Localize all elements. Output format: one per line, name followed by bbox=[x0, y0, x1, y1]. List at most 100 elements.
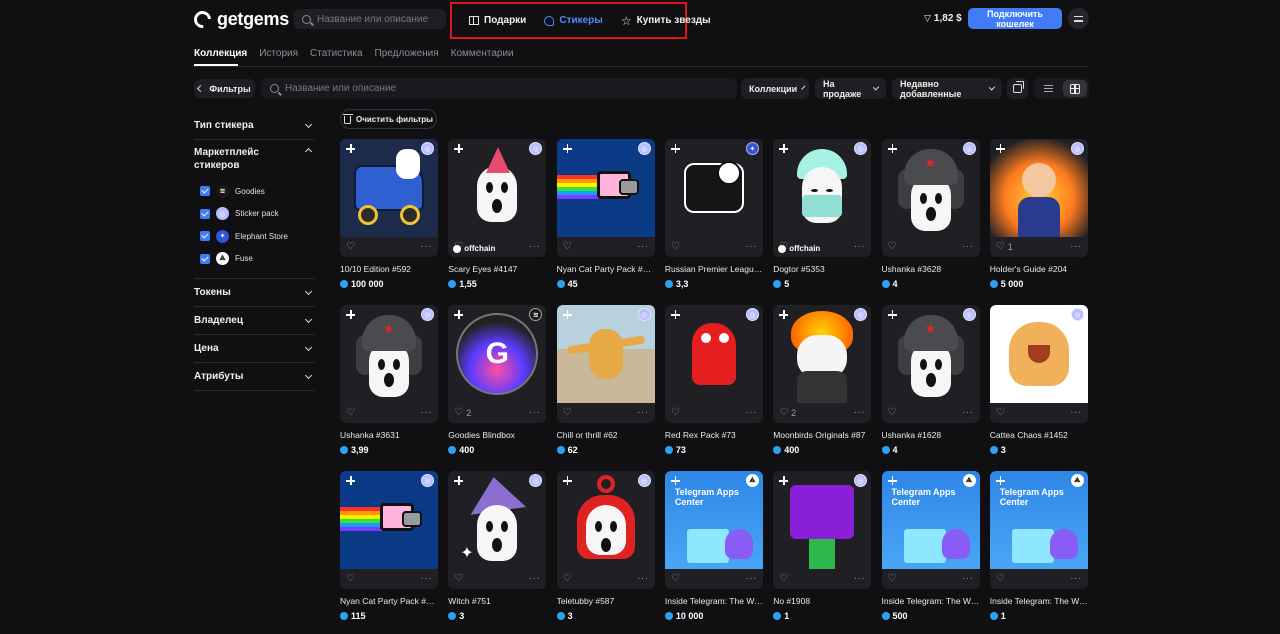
card-thumbnail[interactable]: Telegram Apps Center ⟁ ♡ ··· bbox=[881, 471, 980, 589]
card-thumbnail[interactable]: ◎♡··· bbox=[989, 305, 1088, 423]
add-to-cart-icon[interactable] bbox=[345, 309, 356, 320]
checkbox-checked[interactable] bbox=[200, 231, 210, 242]
card-thumbnail[interactable]: ◎♡··· bbox=[773, 471, 872, 589]
add-to-cart-icon[interactable] bbox=[345, 475, 356, 486]
card-title[interactable]: Scary Eyes #4147 bbox=[448, 264, 546, 275]
card-thumbnail[interactable]: ◎ ♡ 1 ··· bbox=[989, 139, 1088, 257]
add-to-cart-icon[interactable] bbox=[778, 143, 789, 154]
card-title[interactable]: Moonbirds Originals #87 bbox=[773, 430, 871, 441]
like-button[interactable]: ♡ bbox=[671, 408, 680, 418]
grid-view-button[interactable] bbox=[1062, 80, 1087, 97]
card-title[interactable]: Ushanka #3628 bbox=[882, 264, 980, 275]
sticker-card[interactable]: Telegram Apps Center ⟁ ♡ ··· Inside Telegram… bbox=[881, 471, 980, 621]
card-title[interactable]: 10/10 Edition #592 bbox=[340, 264, 438, 275]
marketplace-option[interactable]: ✦ Elephant Store bbox=[200, 225, 315, 248]
card-thumbnail[interactable]: Telegram Apps Center ⟁ ♡ ··· bbox=[664, 471, 763, 589]
more-options-icon[interactable]: ··· bbox=[962, 242, 974, 252]
checkbox-checked[interactable] bbox=[200, 208, 210, 219]
card-title[interactable]: Ushanka #1628 bbox=[882, 430, 980, 441]
like-button[interactable]: ♡ 2 bbox=[779, 408, 796, 419]
card-thumbnail[interactable]: ◎♡··· bbox=[340, 305, 438, 423]
filter-section-header[interactable]: Токены bbox=[194, 279, 315, 306]
add-to-cart-icon[interactable] bbox=[562, 475, 573, 486]
card-thumbnail[interactable]: ◎♡··· bbox=[340, 139, 438, 257]
sticker-card[interactable]: ◎ ♡ ··· Chill or thrill #62 62 bbox=[556, 305, 655, 455]
like-button[interactable]: ♡ bbox=[563, 408, 572, 418]
card-thumbnail[interactable]: G ≋ ♡ 2 ··· bbox=[448, 305, 547, 423]
more-options-icon[interactable]: ··· bbox=[1070, 242, 1082, 252]
nav-stickers[interactable]: Стикеры bbox=[537, 15, 609, 26]
tab-comments[interactable]: Комментарии bbox=[451, 48, 514, 59]
card-thumbnail[interactable]: ✦ ♡ ··· bbox=[664, 139, 763, 257]
add-to-cart-icon[interactable] bbox=[670, 475, 681, 486]
sticker-card[interactable]: ◎ ♡ ··· Ushanka #3628 4 bbox=[881, 139, 980, 289]
header-search-input[interactable] bbox=[317, 13, 446, 25]
more-options-icon[interactable]: ··· bbox=[421, 574, 433, 584]
like-button[interactable]: ♡ bbox=[563, 574, 572, 584]
add-to-cart-icon[interactable] bbox=[562, 309, 573, 320]
like-button[interactable]: ♡ 1 bbox=[996, 242, 1013, 253]
card-thumbnail[interactable]: ✦ ◎ ♡ ··· bbox=[448, 471, 547, 589]
like-button[interactable]: ♡ bbox=[346, 408, 355, 418]
card-thumbnail[interactable]: ◎♡··· bbox=[881, 305, 980, 423]
card-thumbnail[interactable]: ◎offchain♡··· bbox=[773, 139, 872, 257]
card-title[interactable]: Chill or thrill #62 bbox=[557, 430, 655, 441]
like-button[interactable]: ♡ bbox=[454, 574, 463, 584]
checkbox-checked[interactable] bbox=[200, 186, 210, 197]
add-to-cart-icon[interactable] bbox=[995, 143, 1006, 154]
card-thumbnail[interactable]: ◎offchain♡··· bbox=[448, 139, 547, 257]
like-button[interactable]: ♡ bbox=[888, 408, 897, 418]
more-options-icon[interactable]: ··· bbox=[529, 574, 541, 584]
sticker-card[interactable]: G ≋ ♡ 2 ··· Goodies Blindbox 400 bbox=[448, 305, 547, 455]
add-to-cart-icon[interactable] bbox=[670, 309, 681, 320]
filter-marketplaces-header[interactable]: Маркетплейс стикеров bbox=[194, 140, 315, 172]
sale-dropdown[interactable]: На продаже bbox=[815, 78, 886, 99]
add-to-cart-icon[interactable] bbox=[453, 309, 464, 320]
filters-toggle-button[interactable]: Фильтры bbox=[194, 79, 255, 98]
card-title[interactable]: Teletubby #587 bbox=[557, 596, 655, 607]
like-button[interactable]: ♡ bbox=[996, 574, 1005, 584]
connect-wallet-button[interactable]: Подключить кошелек bbox=[968, 8, 1062, 29]
card-thumbnail[interactable]: ◎♡··· bbox=[340, 471, 438, 589]
add-to-cart-icon[interactable] bbox=[887, 475, 898, 486]
tab-offers[interactable]: Предложения bbox=[375, 48, 439, 59]
list-view-button[interactable] bbox=[1036, 80, 1061, 97]
add-to-cart-icon[interactable] bbox=[995, 309, 1006, 320]
tab-history[interactable]: История bbox=[259, 48, 298, 59]
nav-gifts[interactable]: Подарки bbox=[462, 15, 533, 26]
wallet-balance[interactable]: ▽ 1,82 $ bbox=[924, 13, 962, 24]
sticker-card[interactable]: ◎ ♡ ··· Cattea Chaos #1452 3 bbox=[989, 305, 1088, 455]
like-button[interactable]: ♡ 2 bbox=[454, 408, 471, 419]
marketplace-option[interactable]: ≋ Goodies bbox=[200, 180, 315, 203]
more-options-icon[interactable]: ··· bbox=[637, 408, 649, 418]
more-options-icon[interactable]: ··· bbox=[854, 242, 866, 252]
card-thumbnail[interactable]: Telegram Apps Center ⟁ ♡ ··· bbox=[989, 471, 1088, 589]
tab-collection[interactable]: Коллекция bbox=[194, 48, 247, 59]
filter-section-header[interactable]: Цена bbox=[194, 335, 315, 362]
like-button[interactable]: ♡ bbox=[346, 242, 355, 252]
card-thumbnail[interactable]: ◎ ♡ 2 ··· bbox=[773, 305, 872, 423]
like-button[interactable]: ♡ bbox=[888, 242, 897, 252]
card-thumbnail[interactable]: ◎♡··· bbox=[556, 139, 655, 257]
more-options-icon[interactable]: ··· bbox=[421, 242, 433, 252]
like-button[interactable]: ♡ bbox=[996, 408, 1005, 418]
sticker-card[interactable]: ◎ ♡ ··· Nyan Cat Party Pack #777 115 bbox=[340, 471, 438, 621]
sticker-card[interactable]: ◎ ♡ ··· Nyan Cat Party Pack #1735 45 bbox=[556, 139, 655, 289]
sticker-card[interactable]: ◎ ♡ ··· 10/10 Edition #592 100 000 bbox=[340, 139, 438, 289]
more-options-icon[interactable]: ··· bbox=[854, 408, 866, 418]
card-thumbnail[interactable]: ◎♡··· bbox=[881, 139, 980, 257]
card-title[interactable]: Russian Premier League ... bbox=[665, 264, 763, 275]
add-to-cart-icon[interactable] bbox=[453, 143, 464, 154]
card-title[interactable]: Inside Telegram: The Wo... bbox=[882, 596, 980, 607]
add-to-cart-icon[interactable] bbox=[995, 475, 1006, 486]
like-button[interactable]: ♡ bbox=[779, 574, 788, 584]
like-button[interactable]: ♡ bbox=[346, 574, 355, 584]
card-title[interactable]: Witch #751 bbox=[448, 596, 546, 607]
header-search[interactable] bbox=[294, 9, 446, 29]
card-title[interactable]: Dogtor #5353 bbox=[773, 264, 871, 275]
more-options-icon[interactable]: ··· bbox=[529, 408, 541, 418]
tab-stats[interactable]: Статистика bbox=[310, 48, 363, 59]
card-title[interactable]: Cattea Chaos #1452 bbox=[990, 430, 1088, 441]
card-title[interactable]: Red Rex Pack #73 bbox=[665, 430, 763, 441]
sticker-card[interactable]: ◎ ♡ ··· No #1908 1 bbox=[773, 471, 872, 621]
